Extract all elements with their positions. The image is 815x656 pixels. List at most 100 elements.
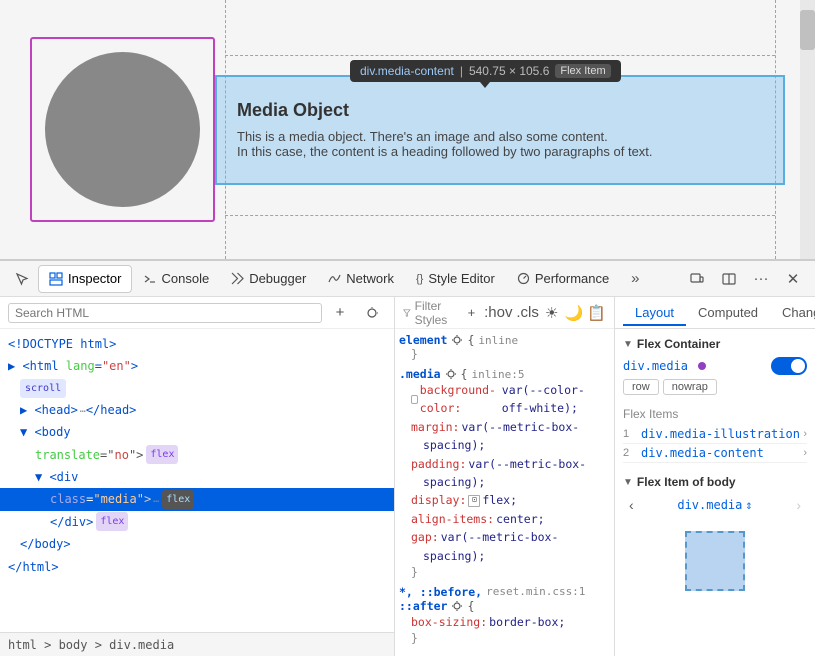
tree-div-close[interactable]: </div> flex [0, 511, 394, 533]
pick-node-icon[interactable] [358, 299, 386, 327]
tab-console-label: Console [161, 271, 209, 286]
flex-dot-indicator [698, 362, 706, 370]
tree-body-close[interactable]: </body> [0, 533, 394, 555]
tree-div-class[interactable]: class="media"> … flex [0, 488, 394, 510]
tab-performance-label: Performance [535, 271, 609, 286]
tab-debugger[interactable]: Debugger [221, 265, 316, 293]
tab-inspector[interactable]: Inspector [38, 265, 132, 293]
tab-computed[interactable]: Computed [686, 301, 770, 326]
nav-prev-button[interactable]: ‹ [623, 495, 640, 515]
inner-rect [685, 531, 745, 591]
toolbar: Inspector Console Debugger Network {} St… [0, 261, 815, 297]
split-view-icon[interactable] [715, 265, 743, 293]
tree-head[interactable]: ▶ <head> … </head> [0, 399, 394, 421]
tab-network[interactable]: Network [318, 265, 404, 293]
flex-toggle[interactable] [771, 357, 807, 375]
badge-nowrap[interactable]: nowrap [663, 379, 717, 395]
gear-icon-3[interactable] [451, 600, 463, 612]
nav-div-label: div.media ⇕ [677, 498, 752, 512]
tab-debugger-label: Debugger [249, 271, 306, 286]
tab-style-editor-label: Style Editor [428, 271, 494, 286]
flex-container-title: Flex Container [637, 337, 720, 351]
tree-html-close[interactable]: </html> [0, 556, 394, 578]
media-heading: Media Object [237, 100, 763, 121]
tab-inspector-label: Inspector [68, 271, 121, 286]
media-illustration-box [30, 37, 215, 222]
preview-area: div.media-content | 540.75 × 105.6 Flex … [0, 0, 815, 260]
pseudo-classes-icon[interactable]: :hov [484, 299, 512, 327]
tab-style-editor[interactable]: {} Style Editor [406, 265, 505, 293]
flex-item-of-body-header[interactable]: ▼ Flex Item of body [623, 475, 807, 489]
media-content-box: Media Object This is a media object. The… [215, 75, 785, 185]
scroll-track[interactable] [800, 0, 815, 259]
style-rule-element: element { inline } [399, 333, 610, 361]
tree-div[interactable]: ▼ <div [0, 466, 394, 488]
flex-item-num-1: 1 [623, 428, 641, 440]
display-flex-icon[interactable]: ⊡ [468, 495, 480, 507]
color-swatch-white[interactable] [411, 395, 418, 404]
gear-icon-2[interactable] [445, 368, 457, 380]
flex-item-chevron-2: › [803, 447, 807, 459]
more-options-icon[interactable]: ··· [747, 265, 775, 293]
flex-item-2[interactable]: 2 div.media-content › [623, 444, 807, 463]
nav-row: ‹ div.media ⇕ › [623, 495, 807, 515]
tree-body[interactable]: ▼ <body [0, 421, 394, 443]
tab-performance[interactable]: Performance [507, 265, 619, 293]
tooltip-sep: | [460, 64, 463, 78]
sort-icon: ⇕ [745, 498, 752, 512]
flex-items-section: Flex Items 1 div.media-illustration › 2 … [623, 407, 807, 463]
tooltip-badge: Flex Item [555, 64, 610, 78]
classes-icon[interactable]: .cls [516, 299, 539, 327]
tree-doctype[interactable]: <!DOCTYPE html> [0, 333, 394, 355]
responsive-design-icon[interactable] [683, 265, 711, 293]
tab-layout[interactable]: Layout [623, 301, 686, 326]
more-tabs-icon[interactable]: » [621, 265, 649, 293]
breadcrumb-bar: html > body > div.media [0, 632, 394, 656]
screenshot-icon[interactable]: 📋 [587, 299, 606, 327]
add-node-icon[interactable]: + [326, 299, 354, 327]
light-mode-icon[interactable]: ☀ [543, 299, 561, 327]
flex-item-viz [623, 521, 807, 601]
tab-changes[interactable]: Changes [770, 301, 815, 326]
nav-next-button: › [790, 495, 807, 515]
styles-content: element { inline } .media { in [395, 329, 614, 656]
tree-body-attrs[interactable]: translate="no"> flex [0, 444, 394, 466]
filter-label: Filter Styles [415, 299, 455, 327]
html-tree: <!DOCTYPE html> ▶ <html lang="en"> scrol… [0, 329, 394, 632]
close-icon[interactable]: ✕ [779, 265, 807, 293]
search-bar: + [0, 297, 394, 329]
scroll-thumb[interactable] [800, 10, 815, 50]
styles-panel: Filter Styles + :hov .cls ☀ 🌙 📋 element … [395, 297, 615, 656]
flex-container-row: div.media [623, 357, 807, 375]
cursor-icon[interactable] [8, 265, 36, 293]
tooltip-class: div.media-content [360, 64, 454, 78]
filter-icon [403, 307, 411, 319]
flex-item-link-1: div.media-illustration [641, 427, 803, 441]
toolbar-right: ··· ✕ [683, 265, 807, 293]
flex-item-of-body-title: Flex Item of body [637, 475, 736, 489]
flex-div-label: div.media [623, 359, 765, 373]
add-rule-icon[interactable]: + [463, 299, 481, 327]
search-input[interactable] [8, 303, 322, 323]
flex-item-1[interactable]: 1 div.media-illustration › [623, 425, 807, 444]
tooltip-dims: 540.75 × 105.6 [469, 64, 549, 78]
layout-content: ▼ Flex Container div.media row nowrap [615, 329, 815, 656]
flex-container-header[interactable]: ▼ Flex Container [623, 337, 807, 351]
flex-container-section: ▼ Flex Container div.media row nowrap [623, 337, 807, 395]
breadcrumb-text: html > body > div.media [8, 638, 174, 652]
style-rule-universal: *, ::before, reset.min.css:1 ::after { b… [399, 585, 610, 645]
flex-item-link-2: div.media-content [641, 446, 803, 460]
element-tooltip: div.media-content | 540.75 × 105.6 Flex … [350, 60, 621, 82]
media-para1: This is a media object. There's an image… [237, 129, 763, 144]
flex-badges: row nowrap [623, 379, 807, 395]
section-arrow-down: ▼ [623, 339, 633, 350]
tree-html[interactable]: ▶ <html lang="en"> [0, 355, 394, 377]
tab-console[interactable]: Console [134, 265, 219, 293]
dark-mode-icon[interactable]: 🌙 [565, 299, 584, 327]
badge-row[interactable]: row [623, 379, 659, 395]
preview-content: Media Object This is a media object. The… [0, 0, 815, 259]
tree-scroll-badge[interactable]: scroll [0, 378, 394, 399]
media-circle-image [45, 52, 200, 207]
style-rule-media: .media { inline:5 background-color: var(… [399, 367, 610, 579]
gear-icon[interactable] [451, 334, 463, 346]
